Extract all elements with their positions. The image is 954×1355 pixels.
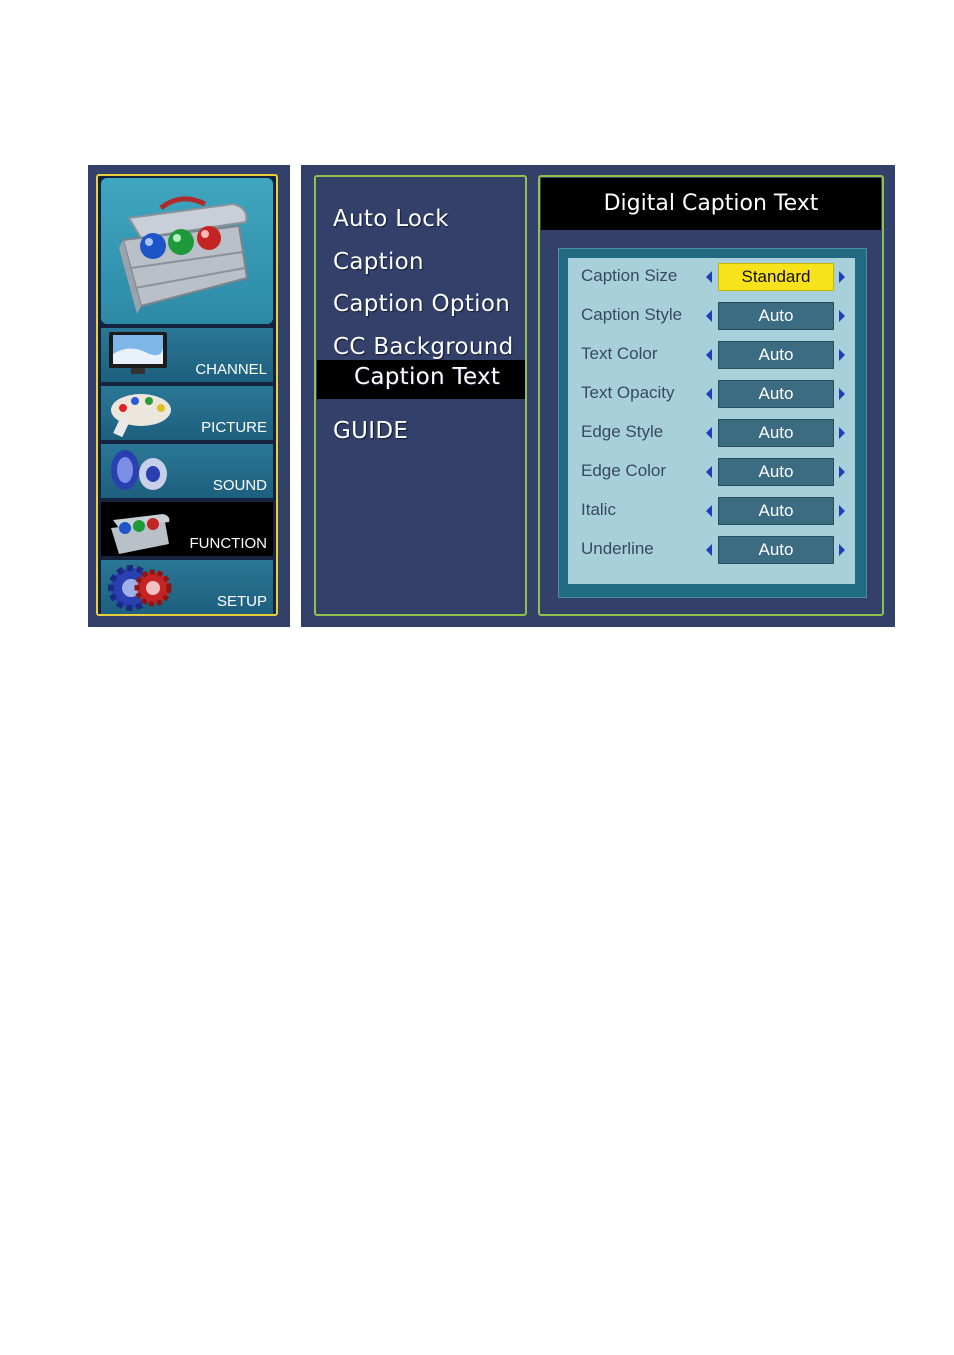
arrow-left-icon[interactable] (706, 427, 712, 439)
setting-row-caption-style[interactable]: Caption Style Auto (568, 299, 855, 333)
setting-value[interactable]: Auto (718, 302, 834, 330)
setting-row-caption-size[interactable]: Caption Size Standard (568, 260, 855, 294)
category-sound[interactable]: SOUND (101, 444, 273, 498)
arrow-left-icon[interactable] (706, 388, 712, 400)
arrow-right-icon[interactable] (839, 271, 845, 283)
setting-value[interactable]: Standard (718, 263, 834, 291)
main-panel: Auto Lock Caption Caption Option CC Back… (301, 165, 895, 627)
arrow-right-icon[interactable] (839, 505, 845, 517)
settings-list: Caption Size Standard Caption Style Auto… (568, 258, 855, 584)
category-panel: CHANNEL PICTURE SOUND FUNCTION SETUP (88, 165, 290, 627)
setting-row-text-opacity[interactable]: Text Opacity Auto (568, 377, 855, 411)
setting-row-text-color[interactable]: Text Color Auto (568, 338, 855, 372)
setting-value[interactable]: Auto (718, 458, 834, 486)
category-frame: CHANNEL PICTURE SOUND FUNCTION SETUP (96, 174, 278, 616)
setting-label: Edge Style (581, 422, 664, 441)
menu-item-cc-background[interactable]: CC Background (333, 334, 514, 360)
arrow-right-icon[interactable] (839, 544, 845, 556)
category-setup[interactable]: SETUP (101, 560, 273, 614)
menu-item-caption-option[interactable]: Caption Option (333, 291, 510, 317)
speaker-icon (111, 450, 167, 490)
arrow-left-icon[interactable] (706, 271, 712, 283)
setting-label: Caption Style (581, 305, 683, 324)
function-menu: Auto Lock Caption Caption Option CC Back… (314, 175, 527, 616)
tv-icon (109, 332, 167, 374)
setting-label: Text Color (581, 344, 658, 363)
toolbox-hero-icon (119, 196, 249, 314)
toolbox-icon (111, 514, 170, 554)
setting-row-edge-color[interactable]: Edge Color Auto (568, 455, 855, 489)
arrow-left-icon[interactable] (706, 544, 712, 556)
setting-label: Underline (581, 539, 654, 558)
function-hero-image (101, 178, 273, 324)
category-label: CHANNEL (195, 361, 267, 378)
arrow-left-icon[interactable] (706, 505, 712, 517)
setting-row-italic[interactable]: Italic Auto (568, 494, 855, 528)
caption-text-panel: Digital Caption Text Caption Size Standa… (538, 175, 884, 616)
menu-item-guide[interactable]: GUIDE (333, 418, 408, 444)
arrow-right-icon[interactable] (839, 388, 845, 400)
category-label: PICTURE (201, 419, 267, 436)
arrow-right-icon[interactable] (839, 466, 845, 478)
category-label: FUNCTION (189, 535, 268, 552)
menu-item-caption-text[interactable]: Caption Text (317, 360, 525, 399)
arrow-left-icon[interactable] (706, 349, 712, 361)
menu-item-auto-lock[interactable]: Auto Lock (333, 206, 449, 232)
settings-frame: Caption Size Standard Caption Style Auto… (558, 248, 867, 598)
setting-value[interactable]: Auto (718, 341, 834, 369)
category-label: SETUP (216, 593, 267, 610)
category-channel[interactable]: CHANNEL (101, 328, 273, 382)
setting-value[interactable]: Auto (718, 536, 834, 564)
setting-row-edge-style[interactable]: Edge Style Auto (568, 416, 855, 450)
setting-value[interactable]: Auto (718, 419, 834, 447)
category-function[interactable]: FUNCTION (101, 502, 273, 556)
setting-row-underline[interactable]: Underline Auto (568, 533, 855, 567)
setting-value[interactable]: Auto (718, 497, 834, 525)
setting-value[interactable]: Auto (718, 380, 834, 408)
setting-label: Italic (581, 500, 616, 519)
category-picture[interactable]: PICTURE (101, 386, 273, 440)
arrow-left-icon[interactable] (706, 310, 712, 322)
panel-title: Digital Caption Text (603, 191, 819, 216)
gear-icon (108, 565, 172, 611)
arrow-right-icon[interactable] (839, 349, 845, 361)
setting-label: Edge Color (581, 461, 667, 480)
category-label: SOUND (212, 477, 267, 494)
menu-item-label: Caption Text (354, 364, 501, 390)
menu-item-caption[interactable]: Caption (333, 249, 424, 275)
arrow-left-icon[interactable] (706, 466, 712, 478)
palette-icon (111, 394, 171, 438)
panel-title-bar: Digital Caption Text (541, 178, 881, 230)
setting-label: Text Opacity (581, 383, 675, 402)
setting-label: Caption Size (581, 266, 678, 285)
arrow-right-icon[interactable] (839, 427, 845, 439)
arrow-right-icon[interactable] (839, 310, 845, 322)
